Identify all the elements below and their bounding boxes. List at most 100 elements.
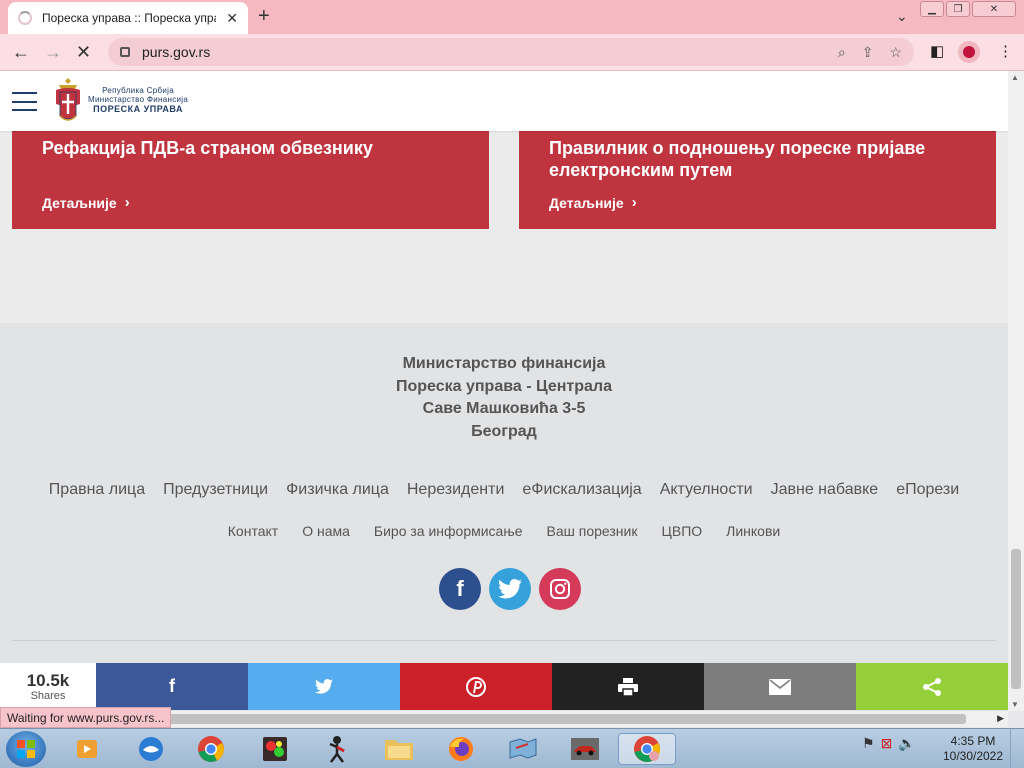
stop-loading-icon[interactable]: ✕ [76, 42, 91, 62]
logo-line: Министарство Финансија [88, 95, 189, 104]
address-line: Министарство финансија [402, 355, 606, 372]
car-photo-icon[interactable] [568, 733, 602, 765]
browser-tab[interactable]: Пореска управа :: Пореска упра ✕ [8, 2, 248, 34]
card-title[interactable]: Правилник о подношењу пореске пријаве ел… [549, 137, 966, 181]
details-label[interactable]: Детаљније [42, 195, 117, 211]
scroll-up-icon[interactable]: ▲ [1011, 73, 1019, 82]
logo-line: ПОРЕСКА УПРАВА [93, 104, 183, 114]
site-footer: Министарство финансија Пореска управа - … [0, 323, 1008, 711]
bookmark-star-icon[interactable]: ☆ [889, 44, 902, 61]
forward-arrow-icon[interactable]: → [44, 42, 62, 62]
chrome-icon[interactable] [194, 733, 228, 765]
instagram-icon[interactable] [539, 568, 581, 610]
share-page-icon[interactable]: ⇪ [862, 44, 874, 61]
footer-link[interactable]: Правна лица [49, 481, 145, 499]
facebook-icon[interactable]: f [439, 568, 481, 610]
thunderbird-icon[interactable] [134, 733, 168, 765]
taskbar-clock[interactable]: 4:35 PM 10/30/2022 [938, 734, 1008, 764]
new-tab-button[interactable]: + [258, 6, 270, 26]
details-link[interactable]: Детаљније › [42, 194, 130, 211]
footer-link[interactable]: О нама [302, 523, 350, 539]
footer-link[interactable]: Нерезиденти [407, 481, 505, 499]
email-icon [769, 678, 791, 695]
tab-search-chevron-icon[interactable]: ⌄ [896, 8, 908, 25]
address-line: Београд [471, 422, 537, 440]
windows-logo-icon [17, 740, 35, 758]
news-card[interactable]: Рефакција ПДВ-а страном обвезнику Детаљн… [12, 131, 489, 229]
file-explorer-icon[interactable] [382, 733, 416, 765]
url-text[interactable]: purs.gov.rs [142, 44, 822, 60]
media-player-icon[interactable] [70, 733, 104, 765]
footer-link[interactable]: еПорези [896, 481, 959, 499]
print-icon [618, 677, 638, 696]
start-button[interactable] [6, 731, 46, 767]
windows-taskbar: ⚑ ⊠ 🔈 4:35 PM 10/30/2022 [0, 728, 1024, 768]
address-bar[interactable]: purs.gov.rs ⌕ ⇪ ☆ [108, 38, 914, 66]
share-more-button[interactable] [856, 663, 1008, 710]
news-card[interactable]: Правилник о подношењу пореске пријаве ел… [519, 131, 996, 229]
share-pinterest-button[interactable] [400, 663, 552, 710]
footer-link[interactable]: Ваш порезник [547, 523, 638, 539]
twitter-icon[interactable] [489, 568, 531, 610]
status-bubble: Waiting for www.purs.gov.rs... [0, 707, 172, 728]
tab-strip: Пореска управа :: Пореска упра ✕ + ⌄ ▁ ❐… [0, 0, 1024, 34]
menu-kebab-icon[interactable]: ⋮ [998, 42, 1013, 60]
back-arrow-icon[interactable]: ← [12, 42, 30, 62]
share-count: 10.5k Shares [0, 663, 96, 710]
scroll-down-icon[interactable]: ▼ [1011, 700, 1019, 709]
site-logo[interactable]: Република Србија Министарство Финансија … [54, 76, 188, 124]
scroll-thumb[interactable] [1011, 549, 1021, 689]
footer-link[interactable]: Биро за информисање [374, 523, 523, 539]
details-label[interactable]: Детаљније [549, 195, 624, 211]
chevron-right-icon: › [631, 194, 637, 211]
footer-link[interactable]: еФискализација [522, 481, 641, 499]
network-icon[interactable]: ⊠ [881, 735, 893, 752]
firefox-icon[interactable] [444, 733, 478, 765]
chevron-right-icon: › [124, 194, 130, 211]
address-line: Пореска управа - Централа [396, 377, 612, 395]
tab-close-icon[interactable]: ✕ [226, 10, 238, 27]
search-icon[interactable]: ⌕ [838, 44, 846, 61]
side-panel-icon[interactable]: ◧ [930, 42, 944, 60]
action-center-icon[interactable]: ⚑ [862, 735, 875, 752]
lock-icon [120, 47, 130, 57]
share-email-button[interactable] [704, 663, 856, 710]
close-window-button[interactable]: ✕ [972, 1, 1016, 17]
minimize-button[interactable]: ▁ [920, 1, 944, 17]
footer-link[interactable]: Физичка лица [286, 481, 389, 499]
logo-line: Република Србија [102, 86, 174, 95]
vertical-scrollbar[interactable]: ▲ ▼ [1008, 71, 1024, 711]
chrome-profile-task-icon[interactable] [618, 733, 676, 765]
page-viewport: Министарство финансија Пореска управа - … [0, 71, 1008, 711]
profile-avatar[interactable] [958, 41, 980, 63]
share-count-number: 10.5k [26, 670, 70, 690]
card-title[interactable]: Рефакција ПДВ-а страном обвезнику [42, 137, 459, 159]
loading-spinner-icon [18, 11, 32, 25]
hamburger-menu-icon[interactable] [12, 92, 37, 111]
print-button[interactable] [552, 663, 704, 710]
game-icon[interactable] [258, 733, 292, 765]
site-header: Република Србија Министарство Финансија … [0, 71, 1008, 131]
footer-link[interactable]: Контакт [228, 523, 278, 539]
footer-link[interactable]: Јавне набавке [771, 481, 879, 499]
scroll-right-icon[interactable]: ▶ [997, 713, 1004, 724]
share-count-label: Shares [30, 689, 66, 702]
stickman-app-icon[interactable] [320, 733, 354, 765]
system-tray: ⚑ ⊠ 🔈 [862, 735, 916, 752]
share-facebook-button[interactable]: f [96, 663, 248, 710]
footer-address: Министарство финансија Пореска управа - … [0, 353, 1008, 443]
share-icon [923, 677, 941, 696]
logo-text: Република Србија Министарство Финансија … [88, 86, 188, 114]
clock-date: 10/30/2022 [942, 749, 1004, 763]
footer-link[interactable]: Линкови [726, 523, 780, 539]
volume-icon[interactable]: 🔈 [898, 735, 915, 752]
restore-button[interactable]: ❐ [946, 1, 970, 17]
details-link[interactable]: Детаљније › [549, 194, 637, 211]
show-desktop-button[interactable] [1010, 729, 1024, 768]
pinterest-icon [466, 676, 486, 697]
share-twitter-button[interactable] [248, 663, 400, 710]
footer-link[interactable]: Актуелности [660, 481, 753, 499]
network-map-icon[interactable] [506, 733, 540, 765]
footer-link[interactable]: ЦВПО [662, 523, 703, 539]
footer-link[interactable]: Предузетници [163, 481, 268, 499]
